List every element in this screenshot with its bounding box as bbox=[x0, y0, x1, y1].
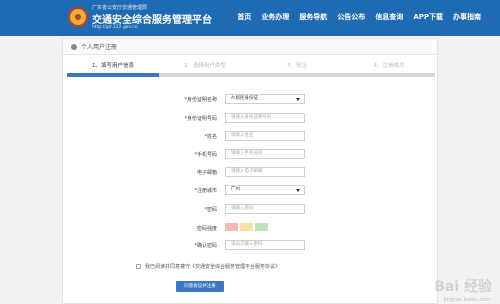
site-header: 广东省公安厅交通管理局 交通安全综合服务管理平台 http://gd.122.g… bbox=[0, 0, 500, 36]
strength-weak bbox=[225, 223, 238, 231]
step-2-bar bbox=[159, 73, 251, 77]
row-confirm: *确认密码 请再次输入密码 bbox=[63, 240, 439, 252]
police-emblem-icon bbox=[68, 7, 88, 27]
step-3-label: 3、验证 bbox=[287, 63, 307, 69]
step-1-bar bbox=[67, 73, 159, 77]
agreement-row: 我已阅读并同意遵守《交通安全综合服务管理平台服务协议》 bbox=[136, 263, 280, 270]
confirm-label: *确认密码 bbox=[194, 243, 217, 249]
row-strength: 密码强度 bbox=[63, 223, 439, 235]
name-label: *姓名 bbox=[204, 134, 217, 140]
id-number-input[interactable]: 请输入身份证明号码 bbox=[225, 113, 305, 123]
strength-strong bbox=[255, 223, 268, 231]
nav-home[interactable]: 首页 bbox=[232, 12, 256, 22]
row-name: *姓名 请输入姓名 bbox=[63, 131, 439, 143]
main-nav: 首页 业务办理 服务导航 公告公布 信息查询 APP下载 办事指南 bbox=[232, 12, 486, 22]
progress-steps: 1、填写用户信息 2、选择用户类型 3、验证 4、注册成功 bbox=[67, 61, 435, 81]
phone-label: *手机号码 bbox=[194, 152, 217, 158]
chevron-down-icon bbox=[296, 98, 300, 101]
password-input[interactable]: 请输入密码 bbox=[225, 204, 305, 214]
email-input[interactable]: 请输入电子邮箱 bbox=[225, 167, 305, 177]
row-city: *注册城市 广州 bbox=[63, 185, 439, 197]
name-input[interactable]: 请输入姓名 bbox=[225, 131, 305, 141]
nav-service-guide[interactable]: 服务导航 bbox=[294, 12, 332, 22]
email-label: 电子邮箱 bbox=[196, 170, 217, 176]
site-url: http://gd.122.gov.cn bbox=[92, 25, 138, 30]
nav-guide[interactable]: 办事指南 bbox=[448, 12, 486, 22]
step-1-label: 1、填写用户信息 bbox=[92, 63, 134, 69]
id-type-label: *身份证明名称 bbox=[184, 97, 217, 103]
agreement-text[interactable]: 我已阅读并同意遵守《交通安全综合服务管理平台服务协议》 bbox=[145, 263, 280, 270]
password-label: *密码 bbox=[204, 207, 217, 213]
row-id-number: *身份证明号码 请输入身份证明号码 bbox=[63, 113, 439, 125]
city-value: 广州 bbox=[231, 187, 240, 192]
panel-title: 个人用户注册 bbox=[81, 44, 118, 51]
password-strength-meter bbox=[225, 223, 268, 231]
nav-announcements[interactable]: 公告公布 bbox=[332, 12, 370, 22]
city-select[interactable]: 广州 bbox=[225, 185, 305, 195]
step-2-label: 2、选择用户类型 bbox=[184, 63, 226, 69]
nav-business[interactable]: 业务办理 bbox=[256, 12, 294, 22]
row-password: *密码 请输入密码 bbox=[63, 204, 439, 216]
registration-panel: 个人用户注册 1、填写用户信息 2、选择用户类型 3、验证 4、注册成功 *身份… bbox=[62, 38, 438, 304]
panel-header: 个人用户注册 bbox=[63, 39, 437, 55]
site-subtitle: 广东省公安厅交通管理局 bbox=[92, 5, 148, 11]
strength-medium bbox=[240, 223, 253, 231]
watermark-logo: Bai 经验 bbox=[434, 279, 492, 295]
user-icon bbox=[71, 43, 77, 50]
step-4-bar bbox=[343, 73, 435, 77]
city-label: *注册城市 bbox=[194, 188, 217, 194]
step-4-label: 4、注册成功 bbox=[373, 63, 405, 69]
watermark-url: jingyan.baidu.com bbox=[443, 297, 490, 303]
row-id-type: *身份证明名称 A:居民身份证 bbox=[63, 94, 439, 106]
id-type-value: A:居民身份证 bbox=[231, 96, 259, 101]
id-type-select[interactable]: A:居民身份证 bbox=[225, 94, 305, 104]
nav-info-query[interactable]: 信息查询 bbox=[370, 12, 408, 22]
confirm-password-input[interactable]: 请再次输入密码 bbox=[225, 240, 305, 250]
step-3-bar bbox=[251, 73, 343, 77]
strength-label: 密码强度 bbox=[196, 226, 217, 232]
chevron-down-icon bbox=[296, 189, 300, 192]
nav-app-download[interactable]: APP下载 bbox=[408, 12, 448, 22]
row-phone: *手机号码 请输入手机号码 bbox=[63, 149, 439, 161]
site-title[interactable]: 交通安全综合服务管理平台 bbox=[92, 11, 212, 26]
agreement-checkbox[interactable] bbox=[136, 264, 141, 269]
row-email: 电子邮箱 请输入电子邮箱 bbox=[63, 167, 439, 179]
phone-input[interactable]: 请输入手机号码 bbox=[225, 149, 305, 159]
id-number-label: *身份证明号码 bbox=[184, 116, 217, 122]
register-button[interactable]: 同意协议并注册 bbox=[176, 281, 224, 292]
